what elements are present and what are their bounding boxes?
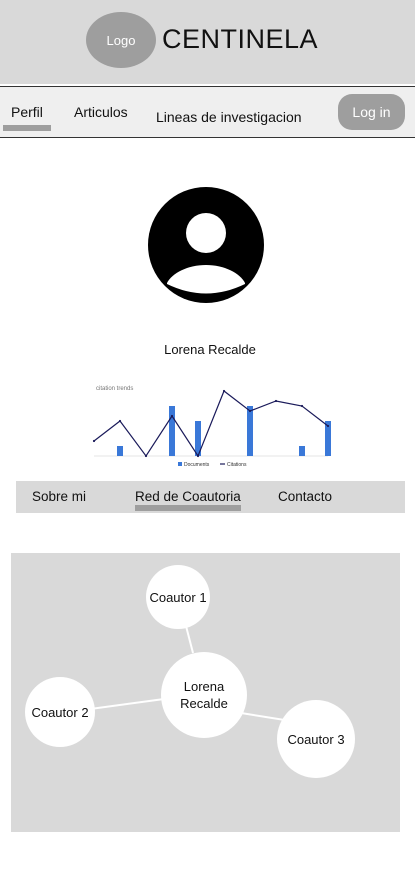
citations-point [326,424,330,428]
tab-red-de-coautoria[interactable]: Red de Coautoria [135,489,241,504]
legend-documents-swatch [178,462,182,466]
citations-point [248,409,252,413]
header: Logo CENTINELA [0,0,415,84]
citations-point [92,439,96,443]
documents-bar [247,406,253,456]
chart-title: citation trends [96,386,133,392]
documents-bar [299,446,305,456]
nav-item-lineas[interactable]: Lineas de investigacion [156,109,302,125]
user-avatar-icon [148,187,264,303]
legend-citations-label: Citations [227,462,247,468]
profile-tabs: Sobre mi Red de Coautoria Contacto [16,481,405,513]
brand-title: CENTINELA [162,24,319,54]
tab-contacto[interactable]: Contacto [278,489,332,504]
citations-point [144,454,148,458]
login-button[interactable]: Log in [338,94,405,130]
coauthor-network-panel: Coautor 1 Coautor 2 Lorena Recalde Coauto… [11,553,400,832]
citations-point [222,389,226,393]
nav-item-articulos[interactable]: Articulos [74,104,128,120]
logo[interactable]: Logo [86,12,156,68]
chart-legend: Documents Citations [178,462,247,468]
legend-documents-label: Documents [184,462,210,468]
citations-point [118,419,122,423]
node-coautor-2[interactable]: Coautor 2 [25,677,95,747]
tab-active-indicator [135,505,241,511]
node-center-author[interactable]: Lorena Recalde [161,652,247,738]
citation-trends-chart: citation trends Documents Citations [92,386,331,468]
citations-point [196,454,200,458]
node-label: Coautor 2 [31,704,89,720]
citations-point [274,399,278,403]
nav-item-perfil[interactable]: Perfil [11,104,43,120]
node-label: Lorena Recalde [180,679,228,711]
main-nav: Perfil Articulos Lineas de investigacion… [0,86,415,138]
citations-point [300,404,304,408]
citations-line [93,390,329,458]
citations-point [170,414,174,418]
documents-bar [169,406,175,456]
nav-active-indicator [3,125,51,131]
node-coautor-1[interactable]: Coautor 1 [146,565,210,629]
profile-name: Lorena Recalde [164,342,256,357]
node-coautor-3[interactable]: Coautor 3 [277,700,355,778]
node-label: Coautor 1 [149,589,207,605]
documents-bar [117,446,123,456]
tab-sobre-mi[interactable]: Sobre mi [32,489,86,504]
node-label: Coautor 3 [287,731,345,747]
